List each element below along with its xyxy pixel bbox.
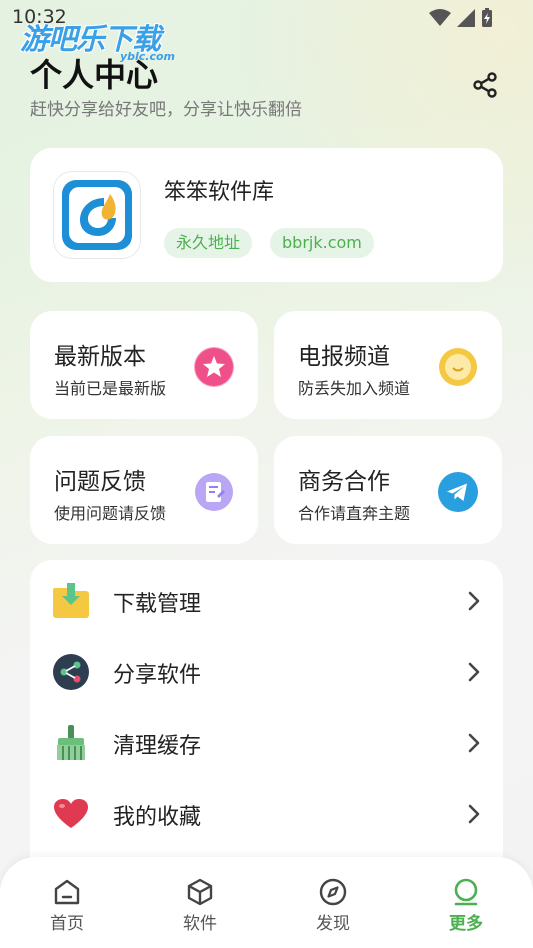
- feedback-icon: [194, 472, 234, 512]
- share-button[interactable]: [468, 68, 502, 102]
- card-title: 问题反馈: [54, 469, 146, 495]
- broom-icon: [52, 724, 90, 762]
- menu-list-card: 下载管理 分享软件 清理缓存 我的收藏: [30, 560, 503, 900]
- nav-label: 首页: [50, 914, 84, 934]
- nav-software[interactable]: 软件: [160, 877, 240, 937]
- card-feedback[interactable]: 问题反馈 使用问题请反馈: [30, 436, 258, 544]
- battery-icon: [482, 8, 492, 27]
- nav-label: 发现: [316, 914, 350, 934]
- card-telegram-channel[interactable]: 电报频道 防丢失加入频道: [274, 311, 502, 419]
- list-item-clear-cache[interactable]: 清理缓存: [30, 708, 503, 779]
- card-title: 电报频道: [298, 344, 390, 370]
- more-icon: [454, 878, 478, 906]
- tag-permanent-address: 永久地址: [164, 228, 253, 258]
- app-name: 笨笨软件库: [164, 180, 275, 205]
- smile-icon: [438, 347, 478, 387]
- card-subtitle: 防丢失加入频道: [298, 379, 411, 398]
- page-subtitle: 赶快分享给好友吧，分享让快乐翻倍: [30, 100, 302, 120]
- home-icon: [54, 879, 80, 905]
- card-business[interactable]: 商务合作 合作请直奔主题: [274, 436, 502, 544]
- share-circle-icon: [52, 653, 90, 691]
- tag-domain[interactable]: bbrjk.com: [270, 228, 374, 258]
- card-title: 最新版本: [54, 344, 146, 370]
- chevron-right-icon: [468, 733, 480, 753]
- chevron-right-icon: [468, 804, 480, 824]
- app-info-card[interactable]: 笨笨软件库 永久地址 bbrjk.com: [30, 148, 503, 282]
- share-icon: [473, 72, 497, 98]
- card-latest-version[interactable]: 最新版本 当前已是最新版: [30, 311, 258, 419]
- list-label: 清理缓存: [113, 734, 202, 759]
- nav-home[interactable]: 首页: [27, 877, 107, 937]
- status-icons: [429, 8, 493, 28]
- app-logo: [54, 172, 140, 258]
- page-title: 个人中心: [30, 56, 159, 94]
- list-item-favorites[interactable]: 我的收藏: [30, 779, 503, 850]
- compass-icon: [319, 878, 347, 906]
- telegram-icon: [438, 472, 478, 512]
- nav-discover[interactable]: 发现: [293, 877, 373, 937]
- chevron-right-icon: [468, 662, 480, 682]
- card-subtitle: 当前已是最新版: [54, 379, 167, 398]
- list-label: 分享软件: [113, 663, 202, 688]
- wifi-icon: [429, 9, 451, 26]
- card-title: 商务合作: [298, 469, 390, 495]
- chevron-right-icon: [468, 591, 480, 611]
- list-label: 下载管理: [113, 592, 202, 617]
- nav-label: 软件: [183, 914, 217, 934]
- list-label: 我的收藏: [113, 805, 202, 830]
- cube-icon: [187, 878, 213, 906]
- list-item-download-manager[interactable]: 下载管理: [30, 566, 503, 637]
- star-badge-icon: [194, 347, 234, 387]
- signal-icon: [457, 9, 475, 27]
- app-logo-icon: [62, 180, 132, 250]
- card-subtitle: 合作请直奔主题: [298, 504, 411, 523]
- nav-label: 更多: [449, 914, 483, 934]
- card-subtitle: 使用问题请反馈: [54, 504, 167, 523]
- bottom-navigation: 首页 软件 发现 更多: [0, 857, 533, 948]
- nav-more[interactable]: 更多: [426, 877, 506, 937]
- download-folder-icon: [52, 582, 90, 620]
- list-item-share-app[interactable]: 分享软件: [30, 637, 503, 708]
- heart-icon: [52, 795, 90, 833]
